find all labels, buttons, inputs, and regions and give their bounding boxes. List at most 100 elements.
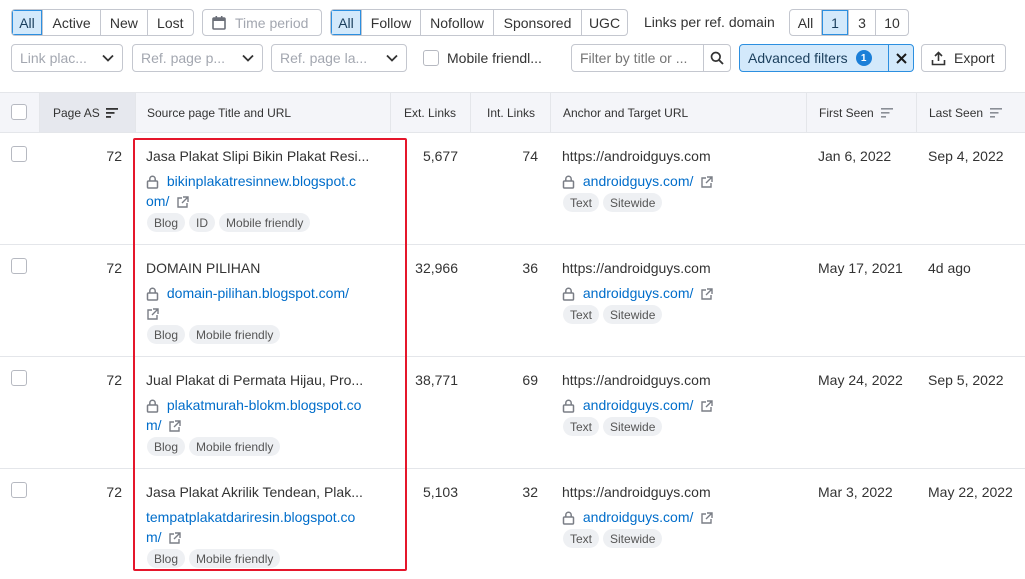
source-tags: Blog Mobile friendly bbox=[147, 437, 284, 456]
time-period-placeholder: Time period bbox=[235, 14, 309, 31]
external-link-icon[interactable] bbox=[700, 400, 713, 413]
table-row: 72 Jasa Plakat Slipi Bikin Plakat Resi..… bbox=[0, 133, 1025, 245]
tab-links-3[interactable]: 3 bbox=[849, 10, 876, 35]
page-as-value: 72 bbox=[106, 260, 122, 276]
page-as-value: 72 bbox=[106, 148, 122, 164]
advanced-filters-button[interactable]: Advanced filters 1 bbox=[740, 45, 888, 71]
col-first-seen-header[interactable]: First Seen bbox=[819, 93, 893, 132]
int-links-value: 36 bbox=[522, 260, 538, 276]
lock-icon bbox=[146, 399, 159, 414]
search-input[interactable] bbox=[572, 45, 703, 71]
external-link-icon[interactable] bbox=[168, 532, 182, 545]
col-int-links-header[interactable]: Int. Links bbox=[487, 93, 535, 132]
link-type-tabs: All Follow Nofollow Sponsored UGC bbox=[330, 9, 628, 36]
link-placement-dropdown[interactable]: Link plac... bbox=[11, 44, 123, 72]
col-source-header: Source page Title and URL bbox=[147, 93, 291, 132]
export-button[interactable]: Export bbox=[921, 44, 1006, 72]
source-url: domain-pilihan.blogspot.com/ bbox=[166, 285, 349, 301]
external-link-icon[interactable] bbox=[176, 196, 189, 209]
source-url-link[interactable]: tempatplakatdariresin.blogspot.co m/ bbox=[146, 507, 386, 547]
table-header: Page AS Source page Title and URL Ext. L… bbox=[0, 92, 1025, 133]
close-icon bbox=[895, 52, 907, 64]
col-int-links-label: Int. Links bbox=[487, 105, 536, 120]
tag-chip: Mobile friendly bbox=[219, 213, 311, 232]
tab-active[interactable]: Active bbox=[43, 10, 102, 35]
ext-links-value: 32,966 bbox=[415, 260, 458, 276]
tag-chip: Sitewide bbox=[603, 417, 663, 436]
lock-icon bbox=[146, 175, 159, 190]
tab-links-10[interactable]: 10 bbox=[876, 10, 908, 35]
col-page-as-header[interactable]: Page AS bbox=[40, 93, 135, 132]
tab-links-1[interactable]: 1 bbox=[822, 10, 849, 35]
col-first-seen-label: First Seen bbox=[819, 105, 874, 120]
anchor-text: https://androidguys.com bbox=[562, 372, 711, 388]
external-link-icon[interactable] bbox=[700, 176, 713, 189]
time-period-picker[interactable]: Time period bbox=[202, 9, 322, 36]
tab-sponsored[interactable]: Sponsored bbox=[494, 10, 582, 35]
page-as-value: 72 bbox=[106, 372, 122, 388]
tab-all-type[interactable]: All bbox=[331, 10, 362, 35]
col-anchor-label: Anchor and Target URL bbox=[563, 105, 689, 120]
clear-advanced-filters-button[interactable] bbox=[888, 45, 913, 71]
tab-nofollow[interactable]: Nofollow bbox=[421, 10, 494, 35]
source-url: bikinplakatresinnew.blogspot.c bbox=[166, 173, 357, 189]
ref-page-language-label: Ref. page la... bbox=[280, 50, 368, 66]
row-checkbox[interactable] bbox=[11, 258, 27, 274]
sort-icon bbox=[990, 107, 1003, 118]
col-ext-links-label: Ext. Links bbox=[404, 105, 457, 120]
lock-icon bbox=[562, 175, 575, 190]
ext-links-value: 5,103 bbox=[422, 484, 458, 500]
tag-chip: Mobile friendly bbox=[189, 437, 281, 456]
target-url-link[interactable]: androidguys.com/ bbox=[562, 171, 713, 191]
row-checkbox[interactable] bbox=[11, 370, 27, 386]
col-ext-links-header[interactable]: Ext. Links bbox=[404, 93, 456, 132]
int-links-value: 74 bbox=[522, 148, 538, 164]
search-button[interactable] bbox=[703, 45, 730, 71]
tab-follow[interactable]: Follow bbox=[362, 10, 421, 35]
status-filter-tabs: All Active New Lost bbox=[11, 9, 194, 36]
col-last-seen-header[interactable]: Last Seen bbox=[929, 93, 1003, 132]
target-url: androidguys.com/ bbox=[582, 285, 694, 301]
source-url-link[interactable]: bikinplakatresinnew.blogspot.c om/ bbox=[146, 171, 386, 211]
tab-new[interactable]: New bbox=[101, 10, 148, 35]
source-url-link[interactable]: domain-pilihan.blogspot.com/ bbox=[146, 283, 386, 323]
chevron-down-icon bbox=[386, 54, 398, 62]
chevron-down-icon bbox=[102, 54, 114, 62]
mobile-friendly-label: Mobile friendl... bbox=[447, 50, 542, 66]
select-all-checkbox[interactable] bbox=[11, 104, 27, 120]
target-url: androidguys.com/ bbox=[582, 173, 694, 189]
last-seen-value: 4d ago bbox=[928, 260, 971, 276]
col-source-label: Source page Title and URL bbox=[147, 105, 292, 120]
tag-chip: ID bbox=[189, 213, 216, 232]
chevron-down-icon bbox=[242, 54, 254, 62]
column-divider bbox=[916, 93, 917, 132]
source-url-continued: m/ bbox=[146, 529, 162, 545]
last-seen-value: May 22, 2022 bbox=[928, 484, 1013, 500]
external-link-icon[interactable] bbox=[700, 512, 713, 525]
source-title: DOMAIN PILIHAN bbox=[146, 260, 261, 276]
source-tags: Blog Mobile friendly bbox=[147, 549, 284, 568]
mobile-friendly-checkbox[interactable] bbox=[423, 50, 439, 66]
row-checkbox[interactable] bbox=[11, 482, 27, 498]
external-link-icon[interactable] bbox=[700, 288, 713, 301]
int-links-value: 69 bbox=[522, 372, 538, 388]
external-link-icon[interactable] bbox=[168, 420, 182, 433]
target-url-link[interactable]: androidguys.com/ bbox=[562, 283, 713, 303]
target-url-link[interactable]: androidguys.com/ bbox=[562, 395, 713, 415]
ref-page-platform-dropdown[interactable]: Ref. page p... bbox=[132, 44, 263, 72]
tab-ugc[interactable]: UGC bbox=[582, 10, 627, 35]
tab-links-all[interactable]: All bbox=[790, 10, 822, 35]
export-icon bbox=[931, 50, 946, 65]
tab-all-status[interactable]: All bbox=[12, 10, 43, 35]
column-divider bbox=[470, 93, 471, 132]
tab-lost[interactable]: Lost bbox=[148, 10, 193, 35]
tag-chip: Text bbox=[563, 529, 600, 548]
row-checkbox[interactable] bbox=[11, 146, 27, 162]
table-row: 72 DOMAIN PILIHAN domain-pilihan.blogspo… bbox=[0, 245, 1025, 357]
target-url-link[interactable]: androidguys.com/ bbox=[562, 507, 713, 527]
tag-chip: Text bbox=[563, 417, 600, 436]
source-url-link[interactable]: plakatmurah-blokm.blogspot.co m/ bbox=[146, 395, 386, 435]
lock-icon bbox=[562, 511, 575, 526]
external-link-icon[interactable] bbox=[146, 308, 159, 321]
ref-page-language-dropdown[interactable]: Ref. page la... bbox=[271, 44, 407, 72]
